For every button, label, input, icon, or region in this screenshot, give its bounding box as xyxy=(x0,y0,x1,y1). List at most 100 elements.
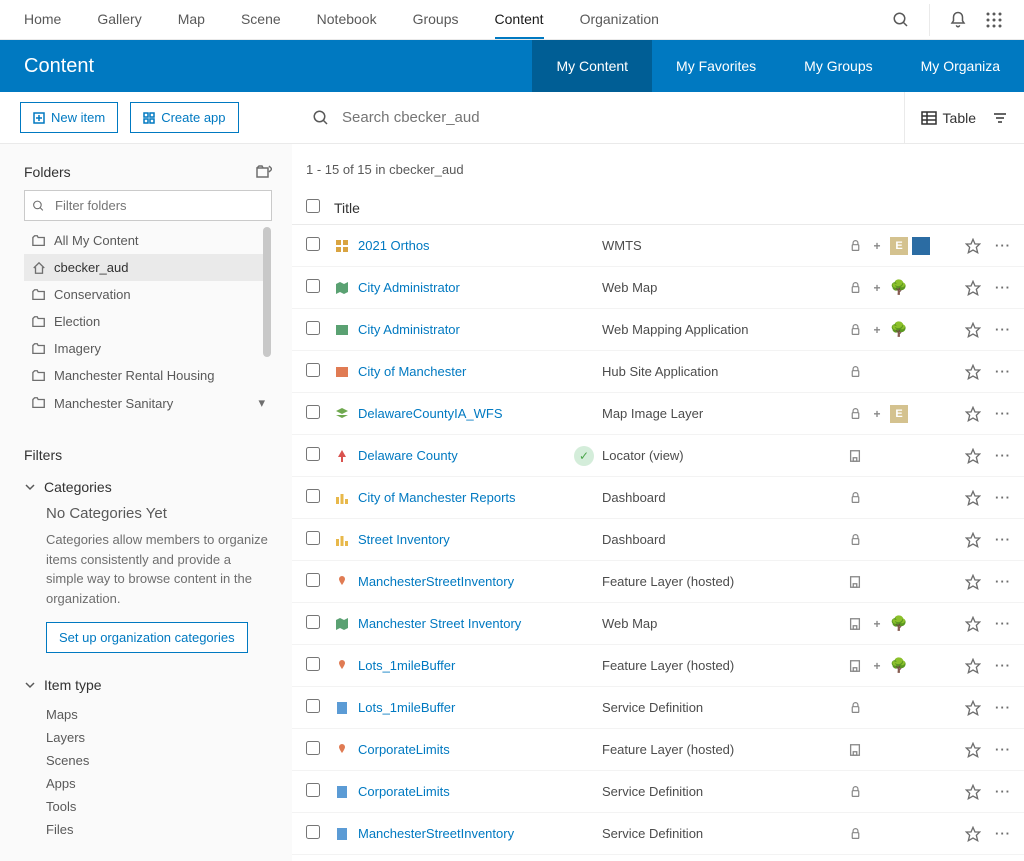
favorite-star-icon[interactable] xyxy=(956,406,990,422)
topnav-link-gallery[interactable]: Gallery xyxy=(97,1,141,39)
favorite-star-icon[interactable] xyxy=(956,322,990,338)
categories-toggle[interactable]: Categories xyxy=(24,479,272,495)
folder-item[interactable]: Manchester Sanitary▾ xyxy=(24,389,271,417)
row-checkbox[interactable] xyxy=(306,489,320,503)
more-options-icon[interactable]: ··· xyxy=(990,280,1016,295)
item-title-link[interactable]: City Administrator xyxy=(358,280,460,295)
item-title-link[interactable]: DelawareCountyIA_WFS xyxy=(358,406,503,421)
favorite-star-icon[interactable] xyxy=(956,532,990,548)
itemtype-maps[interactable]: Maps xyxy=(46,703,272,726)
itemtype-apps[interactable]: Apps xyxy=(46,772,272,795)
folder-item[interactable]: Conservation xyxy=(24,281,271,308)
favorite-star-icon[interactable] xyxy=(956,658,990,674)
topnav-link-scene[interactable]: Scene xyxy=(241,1,281,39)
apps-grid-icon[interactable] xyxy=(980,6,1008,34)
search-input[interactable] xyxy=(342,109,904,126)
favorite-star-icon[interactable] xyxy=(956,280,990,296)
more-options-icon[interactable]: ··· xyxy=(990,322,1016,337)
item-title-link[interactable]: Delaware County xyxy=(358,448,458,463)
item-title-link[interactable]: Lots_1mileBuffer xyxy=(358,658,455,673)
topnav-link-home[interactable]: Home xyxy=(24,1,61,39)
row-checkbox[interactable] xyxy=(306,321,320,335)
folder-item[interactable]: Manchester Rental Housing xyxy=(24,362,271,389)
new-folder-icon[interactable] xyxy=(256,164,272,180)
more-options-icon[interactable]: ··· xyxy=(990,658,1016,673)
select-all-checkbox[interactable] xyxy=(306,199,320,213)
row-checkbox[interactable] xyxy=(306,699,320,713)
more-options-icon[interactable]: ··· xyxy=(990,490,1016,505)
tab-my-organiza[interactable]: My Organiza xyxy=(897,40,1024,92)
new-item-button[interactable]: New item xyxy=(20,102,118,133)
more-options-icon[interactable]: ··· xyxy=(990,826,1016,841)
row-checkbox[interactable] xyxy=(306,825,320,839)
topnav-link-groups[interactable]: Groups xyxy=(413,1,459,39)
filter-folders-input[interactable] xyxy=(24,190,272,221)
item-title-link[interactable]: City of Manchester xyxy=(358,364,466,379)
more-options-icon[interactable]: ··· xyxy=(990,238,1016,253)
more-options-icon[interactable]: ··· xyxy=(990,532,1016,547)
topnav-link-content[interactable]: Content xyxy=(495,1,544,39)
row-checkbox[interactable] xyxy=(306,279,320,293)
itemtype-toggle[interactable]: Item type xyxy=(24,677,272,693)
row-checkbox[interactable] xyxy=(306,405,320,419)
favorite-star-icon[interactable] xyxy=(956,742,990,758)
favorite-star-icon[interactable] xyxy=(956,448,990,464)
itemtype-layers[interactable]: Layers xyxy=(46,726,272,749)
item-title-link[interactable]: Lots_1mileBuffer xyxy=(358,700,455,715)
create-app-button[interactable]: Create app xyxy=(130,102,238,133)
favorite-star-icon[interactable] xyxy=(956,574,990,590)
folder-item[interactable]: Imagery xyxy=(24,335,271,362)
tab-my-favorites[interactable]: My Favorites xyxy=(652,40,780,92)
item-title-link[interactable]: ManchesterStreetInventory xyxy=(358,826,514,841)
favorite-star-icon[interactable] xyxy=(956,616,990,632)
more-options-icon[interactable]: ··· xyxy=(990,742,1016,757)
item-title-link[interactable]: CorporateLimits xyxy=(358,784,450,799)
row-checkbox[interactable] xyxy=(306,531,320,545)
itemtype-tools[interactable]: Tools xyxy=(46,795,272,818)
folder-item[interactable]: All My Content xyxy=(24,227,271,254)
more-options-icon[interactable]: ··· xyxy=(990,448,1016,463)
item-title-link[interactable]: ManchesterStreetInventory xyxy=(358,574,514,589)
more-options-icon[interactable]: ··· xyxy=(990,574,1016,589)
search-icon[interactable] xyxy=(887,6,915,34)
more-options-icon[interactable]: ··· xyxy=(990,406,1016,421)
row-checkbox[interactable] xyxy=(306,657,320,671)
topnav-link-notebook[interactable]: Notebook xyxy=(317,1,377,39)
row-checkbox[interactable] xyxy=(306,237,320,251)
favorite-star-icon[interactable] xyxy=(956,826,990,842)
favorite-star-icon[interactable] xyxy=(956,364,990,380)
row-checkbox[interactable] xyxy=(306,615,320,629)
scrollbar[interactable] xyxy=(263,227,271,357)
tab-my-content[interactable]: My Content xyxy=(532,40,652,92)
item-title-link[interactable]: CorporateLimits xyxy=(358,742,450,757)
row-checkbox[interactable] xyxy=(306,573,320,587)
favorite-star-icon[interactable] xyxy=(956,490,990,506)
item-title-link[interactable]: City of Manchester Reports xyxy=(358,490,516,505)
item-title-link[interactable]: 2021 Orthos xyxy=(358,238,430,253)
item-title-link[interactable]: Street Inventory xyxy=(358,532,450,547)
topnav-link-map[interactable]: Map xyxy=(178,1,205,39)
topnav-link-organization[interactable]: Organization xyxy=(580,1,659,39)
itemtype-files[interactable]: Files xyxy=(46,818,272,841)
setup-categories-button[interactable]: Set up organization categories xyxy=(46,622,248,653)
row-checkbox[interactable] xyxy=(306,447,320,461)
more-options-icon[interactable]: ··· xyxy=(990,700,1016,715)
row-checkbox[interactable] xyxy=(306,783,320,797)
table-view-toggle[interactable]: Table xyxy=(921,110,976,126)
itemtype-scenes[interactable]: Scenes xyxy=(46,749,272,772)
row-checkbox[interactable] xyxy=(306,363,320,377)
title-column-header[interactable]: Title xyxy=(334,200,602,216)
filter-icon[interactable] xyxy=(992,110,1008,126)
more-options-icon[interactable]: ··· xyxy=(990,364,1016,379)
tab-my-groups[interactable]: My Groups xyxy=(780,40,896,92)
more-options-icon[interactable]: ··· xyxy=(990,784,1016,799)
item-title-link[interactable]: Manchester Street Inventory xyxy=(358,616,521,631)
notifications-icon[interactable] xyxy=(944,6,972,34)
row-checkbox[interactable] xyxy=(306,741,320,755)
folder-item[interactable]: cbecker_aud xyxy=(24,254,271,281)
favorite-star-icon[interactable] xyxy=(956,700,990,716)
folder-item[interactable]: Election xyxy=(24,308,271,335)
favorite-star-icon[interactable] xyxy=(956,784,990,800)
favorite-star-icon[interactable] xyxy=(956,238,990,254)
more-options-icon[interactable]: ··· xyxy=(990,616,1016,631)
